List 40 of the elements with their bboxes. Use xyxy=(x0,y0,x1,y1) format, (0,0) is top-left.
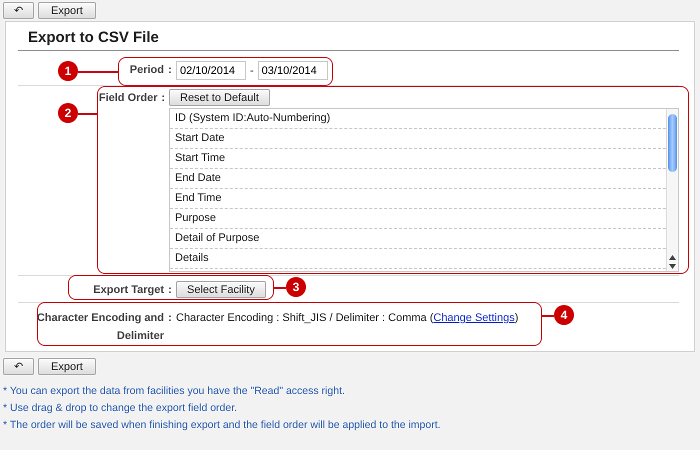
label-colon: : xyxy=(167,283,173,296)
field-list-item[interactable]: Start Date xyxy=(170,129,666,149)
field-list-item[interactable]: Start Time xyxy=(170,149,666,169)
scroll-down-icon[interactable] xyxy=(669,264,676,269)
field-label: Period xyxy=(130,64,164,76)
start-date-field[interactable]: 02/10/2014 xyxy=(176,61,246,80)
encoding-text: Character Encoding : Shift_JIS / Delimiter : Comma ( xyxy=(176,312,434,324)
select-facility-button[interactable]: Select Facility xyxy=(176,281,266,298)
export-button[interactable]: Export xyxy=(38,2,96,19)
label-colon: : xyxy=(160,91,166,104)
export-button[interactable]: Export xyxy=(38,358,96,375)
help-note: * Use drag & drop to change the export field order. xyxy=(3,401,238,416)
field-list-item[interactable]: Detail of Purpose xyxy=(170,229,666,249)
field-label: Export Target xyxy=(93,284,164,296)
field-list-item[interactable]: Purpose xyxy=(170,209,666,229)
closing-paren: ) xyxy=(514,312,518,324)
scrollbar[interactable] xyxy=(666,109,678,271)
help-note: * You can export the data from facilities you have the "Read" access right. xyxy=(3,384,346,399)
field-list-item[interactable]: Details xyxy=(170,249,666,269)
scrollbar-thumb[interactable] xyxy=(668,114,677,172)
page-title: Export to CSV File xyxy=(18,22,679,51)
field-list-item[interactable]: ID (System ID:Auto-Numbering) xyxy=(170,109,666,129)
label-colon: : xyxy=(167,311,173,326)
range-separator: - xyxy=(250,64,254,76)
reset-button[interactable]: Reset to Default xyxy=(169,89,270,106)
field-label: Field Order xyxy=(98,92,158,104)
leader-line xyxy=(274,287,286,288)
change-settings-link[interactable]: Change Settings xyxy=(433,312,515,324)
field-list-item[interactable]: End Date xyxy=(170,169,666,189)
leader-line xyxy=(542,315,554,316)
end-date-field[interactable]: 03/10/2014 xyxy=(258,61,328,80)
field-list-item[interactable]: End Time xyxy=(170,189,666,209)
field-label: Character Encoding and Delimiter xyxy=(36,311,164,344)
leader-line xyxy=(78,71,118,72)
label-colon: : xyxy=(167,63,173,76)
back-button[interactable]: ↶ xyxy=(3,358,34,375)
leader-line xyxy=(78,113,97,114)
scroll-up-icon[interactable] xyxy=(669,255,676,260)
help-note: * The order will be saved when finishing export and the field order will be applied to the import. xyxy=(3,418,442,433)
back-button[interactable]: ↶ xyxy=(3,2,34,19)
